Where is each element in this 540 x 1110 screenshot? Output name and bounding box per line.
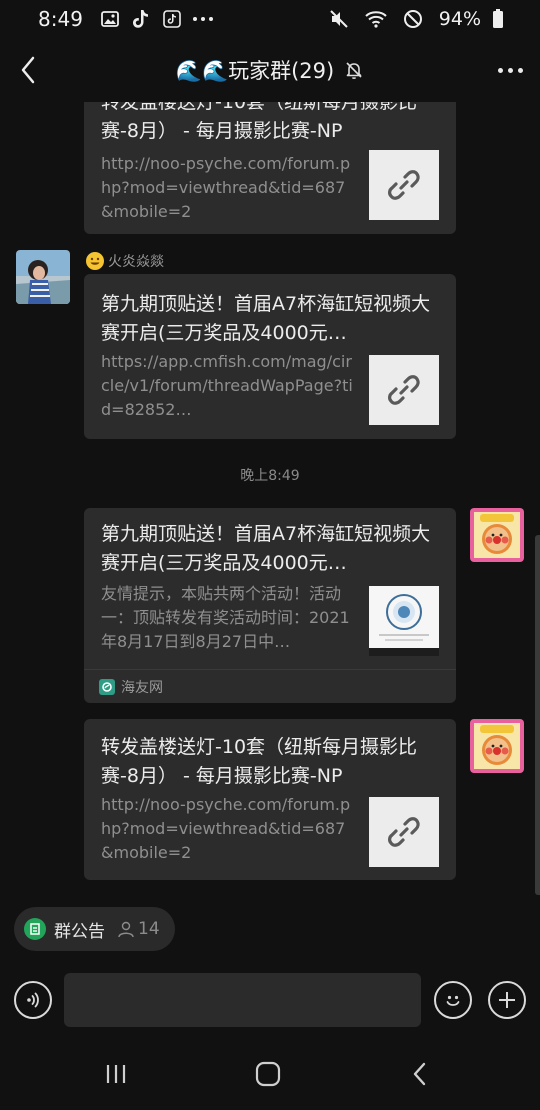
title-group: 🌊🌊玩家群(29) xyxy=(0,38,540,102)
link-card-1[interactable]: 转发盖楼送灯-10套（纽斯每月摄影比赛-8月） - 每月摄影比赛-NP http… xyxy=(84,102,456,234)
my-avatar[interactable] xyxy=(470,508,524,562)
member-count: 14 xyxy=(117,919,160,939)
link-card-title: 第九期顶贴送！首届A7杯海缸短视频大赛开启(三万奖品及4000元… xyxy=(101,293,431,344)
link-card-desc: http://noo-psyche.com/forum.php?mod=view… xyxy=(101,154,351,221)
status-time: 8:49 xyxy=(38,7,83,31)
link-icon xyxy=(388,817,420,847)
emoji-face-icon xyxy=(446,995,460,1006)
link-card-title: 转发盖楼送灯-10套（纽斯每月摄影比赛-8月） - 每月摄影比赛-NP xyxy=(101,736,418,787)
message-input[interactable] xyxy=(64,973,421,1027)
gallery-icon xyxy=(99,8,121,30)
link-thumbnail xyxy=(369,150,439,220)
edge-panel-handle[interactable] xyxy=(535,535,540,895)
back-nav-button[interactable] xyxy=(400,1056,440,1092)
announcement-icon xyxy=(24,918,46,940)
more-options-button[interactable] xyxy=(494,56,526,84)
muted-bell-icon xyxy=(344,60,364,80)
system-nav-bar xyxy=(0,1038,540,1110)
chat-header: 🌊🌊玩家群(29) xyxy=(0,38,540,102)
link-card-title: 转发盖楼送灯-10套（纽斯每月摄影比赛-8月） - 每月摄影比赛-NP xyxy=(101,102,418,142)
link-card-desc: http://noo-psyche.com/forum.php?mod=view… xyxy=(101,795,351,862)
recent-apps-button[interactable] xyxy=(96,1056,136,1092)
sender-name: 火炎焱燚 xyxy=(86,251,164,271)
battery-icon xyxy=(487,8,509,30)
link-source: 海友网 xyxy=(84,669,456,703)
more-notifications-icon xyxy=(192,8,214,30)
back-nav-icon xyxy=(413,1062,426,1086)
link-source-name: 海友网 xyxy=(121,679,163,696)
plus-icon xyxy=(499,992,515,1008)
link-icon xyxy=(388,170,420,200)
voice-input-button[interactable] xyxy=(14,981,52,1019)
link-thumbnail xyxy=(369,797,439,867)
link-card-desc: 友情提示，本贴共两个活动！活动一：顶贴转发有奖活动时间：2021年8月17日到8… xyxy=(101,584,350,651)
link-icon xyxy=(388,375,420,405)
link-card-desc: https://app.cmfish.com/mag/circle/v1/for… xyxy=(101,352,353,419)
wifi-icon xyxy=(365,8,387,30)
smile-emoji-icon xyxy=(86,252,104,270)
haiyou-logo-icon xyxy=(99,678,115,695)
message-input-bar xyxy=(0,962,540,1038)
person-icon xyxy=(118,921,134,938)
group-announcement-button[interactable]: 群公告 14 xyxy=(14,907,175,951)
voice-icon xyxy=(27,992,39,1008)
link-thumbnail xyxy=(369,355,439,425)
article-thumbnail xyxy=(369,586,439,656)
chat-title: 🌊🌊玩家群(29) xyxy=(175,59,335,83)
my-avatar[interactable] xyxy=(470,719,524,773)
member-count-value: 14 xyxy=(138,919,160,939)
chat-messages[interactable]: 转发盖楼送灯-10套（纽斯每月摄影比赛-8月） - 每月摄影比赛-NP http… xyxy=(0,102,540,897)
tiktok-icon xyxy=(130,8,152,30)
emoji-button[interactable] xyxy=(434,981,472,1019)
avatar[interactable] xyxy=(16,250,70,304)
link-card-3[interactable]: 第九期顶贴送！首届A7杯海缸短视频大赛开启(三万奖品及4000元… 友情提示，本… xyxy=(84,508,456,703)
link-card-title: 第九期顶贴送！首届A7杯海缸短视频大赛开启(三万奖品及4000元… xyxy=(101,523,431,574)
link-card-2[interactable]: 第九期顶贴送！首届A7杯海缸短视频大赛开启(三万奖品及4000元… https:… xyxy=(84,274,456,439)
home-icon xyxy=(255,1061,281,1087)
status-bar: 8:49 94% xyxy=(0,0,540,38)
announcement-label: 群公告 xyxy=(54,921,105,942)
more-functions-button[interactable] xyxy=(488,981,526,1019)
time-divider: 晚上8:49 xyxy=(240,468,300,484)
douyin-icon xyxy=(161,8,183,30)
battery-percent: 94% xyxy=(438,8,481,30)
do-not-disturb-icon xyxy=(402,8,424,30)
home-button[interactable] xyxy=(248,1056,288,1092)
sender-name-text: 火炎焱燚 xyxy=(108,254,164,270)
link-card-4[interactable]: 转发盖楼送灯-10套（纽斯每月摄影比赛-8月） - 每月摄影比赛-NP http… xyxy=(84,719,456,880)
mute-volume-icon xyxy=(328,8,350,30)
recent-apps-icon xyxy=(106,1065,126,1083)
